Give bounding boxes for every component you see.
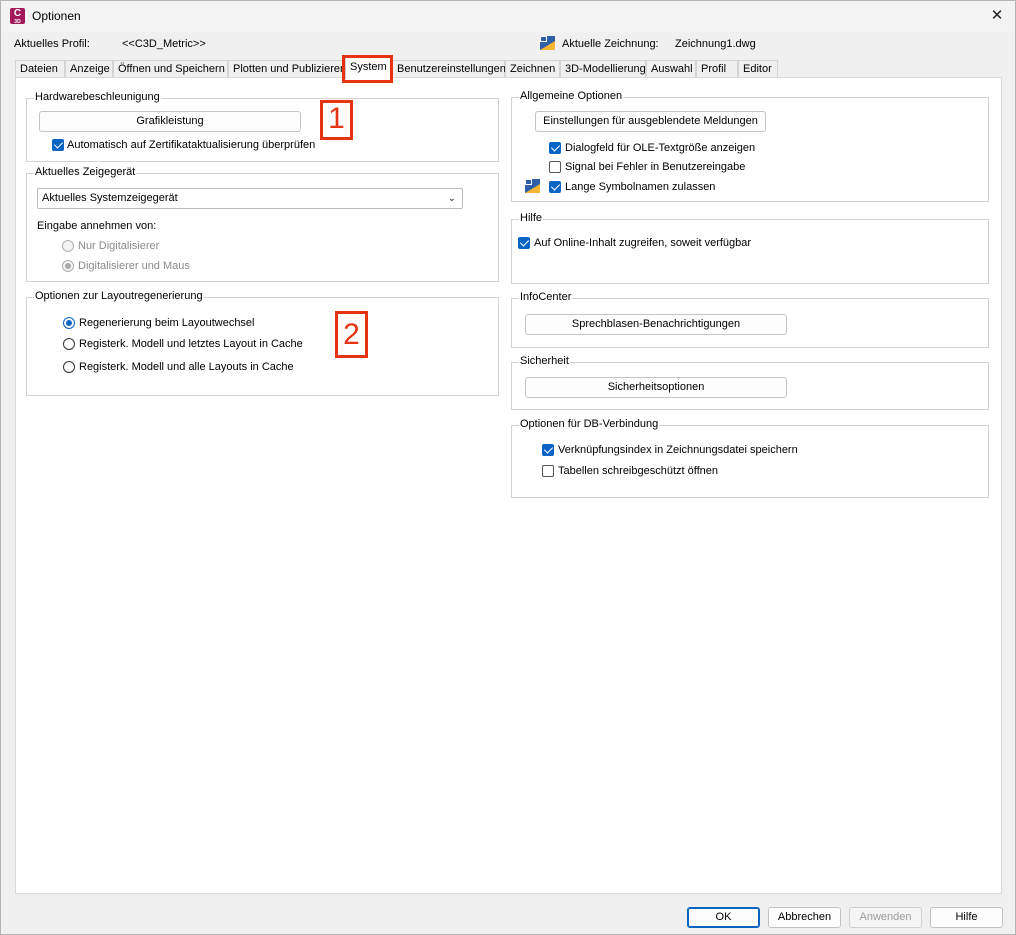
open-tables-readonly-label: Tabellen schreibgeschützt öffnen — [558, 465, 719, 477]
radio-digitizer-and-mouse-label: Digitalisierer und Maus — [78, 260, 190, 272]
tab-dateien[interactable]: Dateien — [15, 60, 65, 78]
tab-zeichnen[interactable]: Zeichnen — [505, 60, 560, 78]
group-title-layout-regen: Optionen zur Layoutregenerierung — [34, 290, 204, 302]
hidden-messages-settings-button[interactable]: Einstellungen für ausgeblendete Meldunge… — [535, 111, 766, 132]
beep-on-error-checkbox[interactable] — [549, 161, 561, 173]
tab-plotten-publizieren[interactable]: Plotten und Publizieren — [228, 60, 346, 78]
group-pointer: Aktuelles Zeigegerät Aktuelles Systemzei… — [26, 166, 499, 282]
drawing-value: Zeichnung1.dwg — [675, 38, 756, 50]
drawing-label: Aktuelle Zeichnung: — [562, 38, 659, 50]
input-accept-label: Eingabe annehmen von: — [37, 220, 157, 232]
system-tab-panel: Hardwarebeschleunigung Grafikleistung Au… — [15, 77, 1002, 894]
store-link-index-checkbox[interactable] — [542, 444, 554, 456]
window-title: Optionen — [32, 9, 81, 23]
auto-cert-update-label: Automatisch auf Zertifikataktualisierung… — [67, 139, 316, 151]
radio-cache-model-last-layout-label: Registerk. Modell und letztes Layout in … — [79, 338, 303, 350]
tab-anzeige[interactable]: Anzeige — [65, 60, 113, 78]
ole-text-size-label: Dialogfeld für OLE-Textgröße anzeigen — [565, 142, 756, 154]
tab-benutzereinstellungen[interactable]: Benutzereinstellungen — [392, 60, 506, 78]
group-help: Hilfe Auf Online-Inhalt zugreifen, sowei… — [511, 212, 989, 284]
group-title-db-connect: Optionen für DB-Verbindung — [519, 418, 660, 430]
pointer-device-value: Aktuelles Systemzeigegerät — [42, 192, 178, 204]
profile-label: Aktuelles Profil: — [14, 38, 90, 50]
radio-digitizer-only-label: Nur Digitalisierer — [78, 240, 160, 252]
civil3d-app-icon: C 3D — [10, 8, 25, 25]
radio-digitizer-only[interactable] — [62, 240, 74, 252]
long-symbol-names-checkbox[interactable] — [549, 181, 561, 193]
profile-value: <<C3D_Metric>> — [122, 38, 206, 50]
radio-regen-layout-switch-label: Regenerierung beim Layoutwechsel — [79, 317, 255, 329]
online-content-label: Auf Online-Inhalt zugreifen, soweit verf… — [534, 237, 752, 249]
store-link-index-label: Verknüpfungsindex in Zeichnungsdatei spe… — [558, 444, 798, 456]
close-icon[interactable]: ✕ — [985, 5, 1009, 27]
beep-on-error-label: Signal bei Fehler in Benutzereingabe — [565, 161, 746, 173]
security-options-button[interactable]: Sicherheitsoptionen — [525, 377, 787, 398]
help-button[interactable]: Hilfe — [930, 907, 1003, 928]
tab-oeffnen-speichern[interactable]: Öffnen und Speichern — [113, 60, 228, 78]
group-title-infocenter: InfoCenter — [519, 291, 573, 303]
tab-auswahl[interactable]: Auswahl — [646, 60, 696, 78]
group-db-connect: Optionen für DB-Verbindung Verknüpfungsi… — [511, 418, 989, 498]
group-hardware: Hardwarebeschleunigung Grafikleistung Au… — [26, 91, 499, 162]
open-tables-readonly-checkbox[interactable] — [542, 465, 554, 477]
pointer-device-select[interactable]: Aktuelles Systemzeigegerät ⌄ — [37, 188, 463, 209]
ole-text-size-checkbox[interactable] — [549, 142, 561, 154]
group-title-pointer: Aktuelles Zeigegerät — [34, 166, 137, 178]
annotation-1: 1 — [320, 100, 353, 140]
tab-highlight-box — [342, 55, 393, 83]
tab-editor[interactable]: Editor — [738, 60, 778, 78]
group-title-hardware: Hardwarebeschleunigung — [34, 91, 161, 103]
group-title-general: Allgemeine Optionen — [519, 90, 624, 102]
annotation-2: 2 — [335, 311, 368, 358]
title-bar: C 3D Optionen ✕ — [1, 1, 1015, 32]
auto-cert-update-checkbox[interactable] — [52, 139, 64, 151]
long-symbol-names-label: Lange Symbolnamen zulassen — [565, 181, 716, 193]
group-title-security: Sicherheit — [519, 355, 570, 367]
group-layout-regen: Optionen zur Layoutregenerierung Regener… — [26, 290, 499, 396]
apply-button[interactable]: Anwenden — [849, 907, 922, 928]
ok-button[interactable]: OK — [687, 907, 760, 928]
radio-cache-model-last-layout[interactable] — [63, 338, 75, 350]
group-infocenter: InfoCenter Sprechblasen-Benachrichtigung… — [511, 291, 989, 348]
radio-cache-model-all-layouts[interactable] — [63, 361, 75, 373]
radio-cache-model-all-layouts-label: Registerk. Modell und alle Layouts in Ca… — [79, 361, 294, 373]
group-general-options: Allgemeine Optionen Einstellungen für au… — [511, 90, 989, 202]
online-content-checkbox[interactable] — [518, 237, 530, 249]
group-title-help: Hilfe — [519, 212, 544, 224]
tab-3d-modellierung[interactable]: 3D-Modellierung — [560, 60, 646, 78]
drawing-file-icon — [540, 36, 555, 50]
balloon-notifications-button[interactable]: Sprechblasen-Benachrichtigungen — [525, 314, 787, 335]
cancel-button[interactable]: Abbrechen — [768, 907, 841, 928]
options-dialog: C 3D Optionen ✕ Aktuelles Profil: <<C3D_M… — [0, 0, 1016, 935]
radio-regen-layout-switch[interactable] — [63, 317, 75, 329]
chevron-down-icon: ⌄ — [447, 193, 456, 204]
tab-profil[interactable]: Profil — [696, 60, 738, 78]
drawing-setting-icon — [525, 179, 540, 193]
radio-digitizer-and-mouse[interactable] — [62, 260, 74, 272]
graphics-performance-button[interactable]: Grafikleistung — [39, 111, 301, 132]
group-security: Sicherheit Sicherheitsoptionen — [511, 355, 989, 410]
